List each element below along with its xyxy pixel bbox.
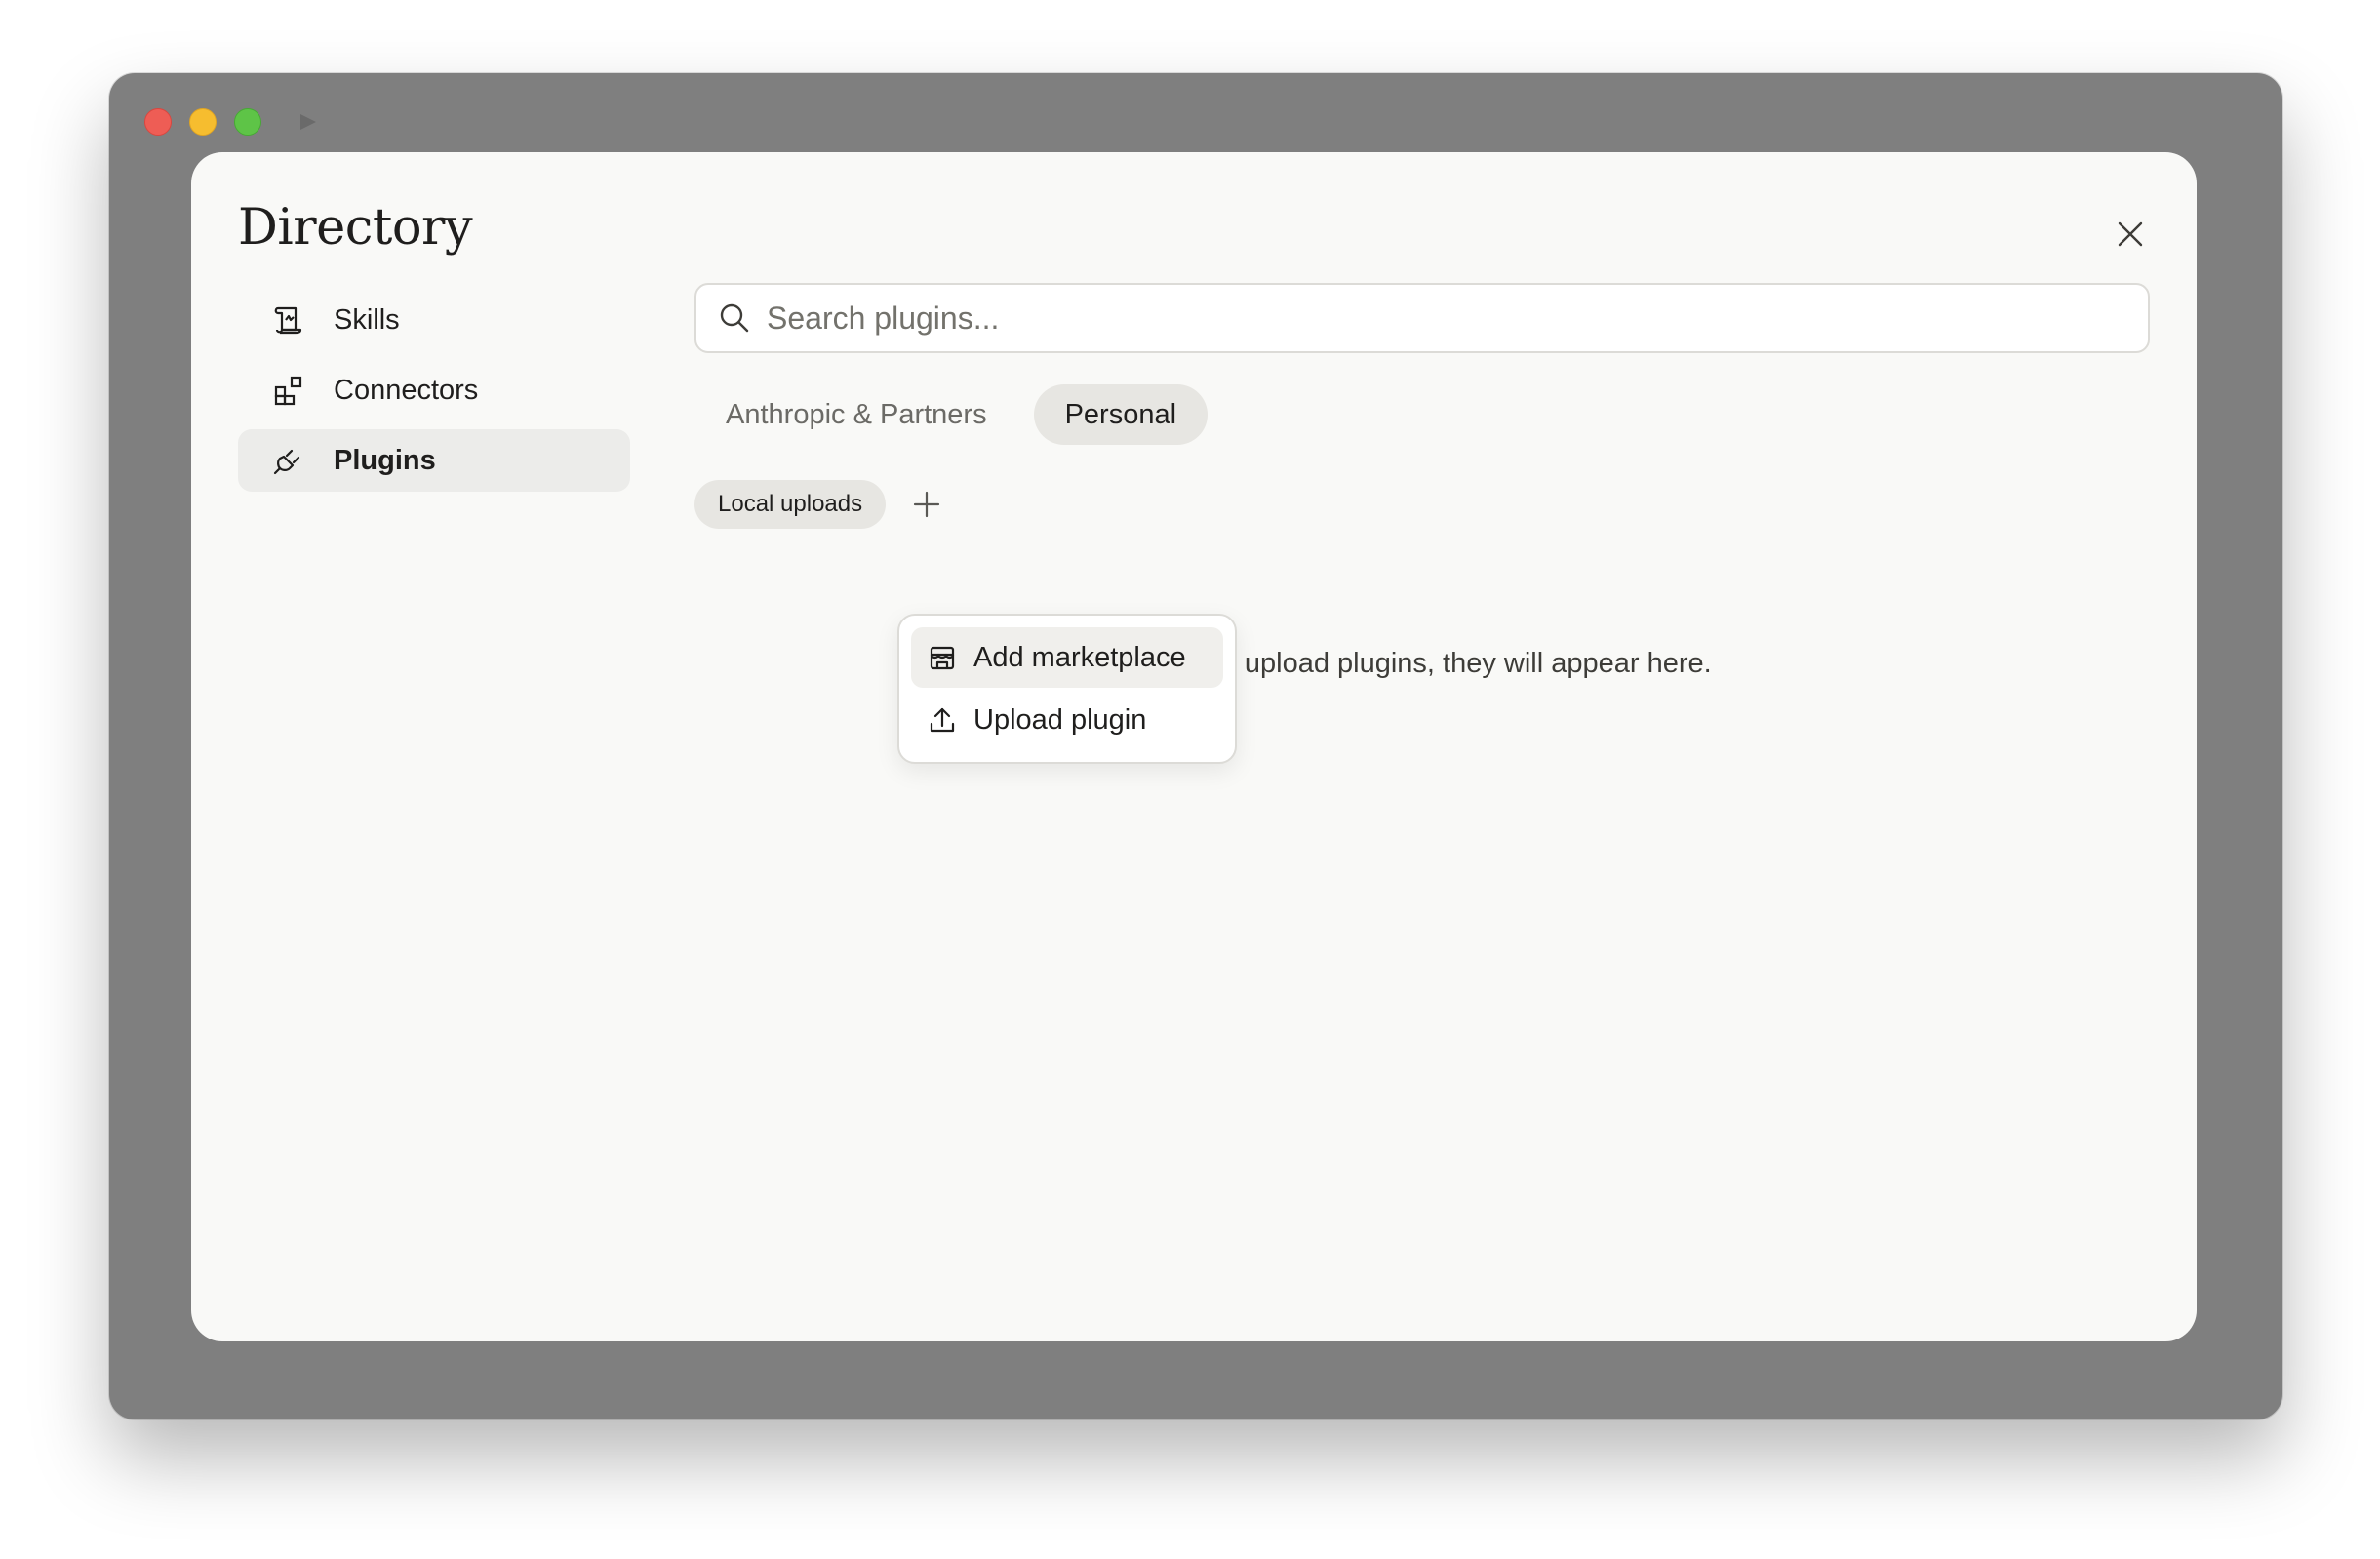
search-input[interactable] — [767, 300, 2113, 337]
menu-item-upload-plugin[interactable]: Upload plugin — [911, 690, 1223, 750]
tab-personal[interactable]: Personal — [1033, 384, 1209, 445]
local-uploads-chip[interactable]: Local uploads — [694, 480, 887, 529]
filter-chips: Local uploads — [694, 480, 946, 529]
blocks-icon — [271, 373, 306, 408]
search-bar — [694, 283, 2150, 353]
scroll-icon — [271, 302, 306, 338]
tab-anthropic-partners[interactable]: Anthropic & Partners — [694, 384, 1018, 445]
sidebar-item-plugins[interactable]: Plugins — [238, 429, 630, 492]
maximize-window-button[interactable] — [234, 108, 261, 136]
close-modal-button[interactable] — [2111, 215, 2150, 254]
add-button[interactable] — [907, 485, 946, 524]
close-icon — [2118, 221, 2143, 247]
sidebar-item-label: Skills — [334, 303, 400, 336]
sidebar-nav: Skills Connectors Plugins — [238, 289, 630, 500]
minimize-window-button[interactable] — [189, 108, 217, 136]
sidebar-item-skills[interactable]: Skills — [238, 289, 630, 351]
menu-item-add-marketplace[interactable]: Add marketplace — [911, 627, 1223, 688]
modal-title: Directory — [238, 199, 473, 257]
sidebar-item-label: Plugins — [334, 444, 436, 476]
menu-item-label: Add marketplace — [973, 641, 1186, 673]
app-window: Directory Skills Connectors Plugins Sear… — [109, 73, 2282, 1419]
sidebar-toggle-icon[interactable] — [297, 110, 324, 134]
plug-icon — [271, 443, 306, 478]
source-tabs: Anthropic & Partners Personal — [694, 384, 1209, 445]
add-menu-dropdown: Add marketplace Upload plugin — [897, 614, 1237, 764]
directory-modal: Directory Skills Connectors Plugins Sear… — [191, 152, 2197, 1341]
upload-icon — [927, 704, 958, 736]
sidebar-item-connectors[interactable]: Connectors — [238, 359, 630, 421]
plus-icon — [914, 491, 940, 518]
search-icon — [718, 300, 753, 336]
menu-item-label: Upload plugin — [973, 703, 1147, 736]
sidebar-item-label: Connectors — [334, 374, 479, 406]
store-icon — [927, 642, 958, 673]
close-window-button[interactable] — [144, 108, 172, 136]
